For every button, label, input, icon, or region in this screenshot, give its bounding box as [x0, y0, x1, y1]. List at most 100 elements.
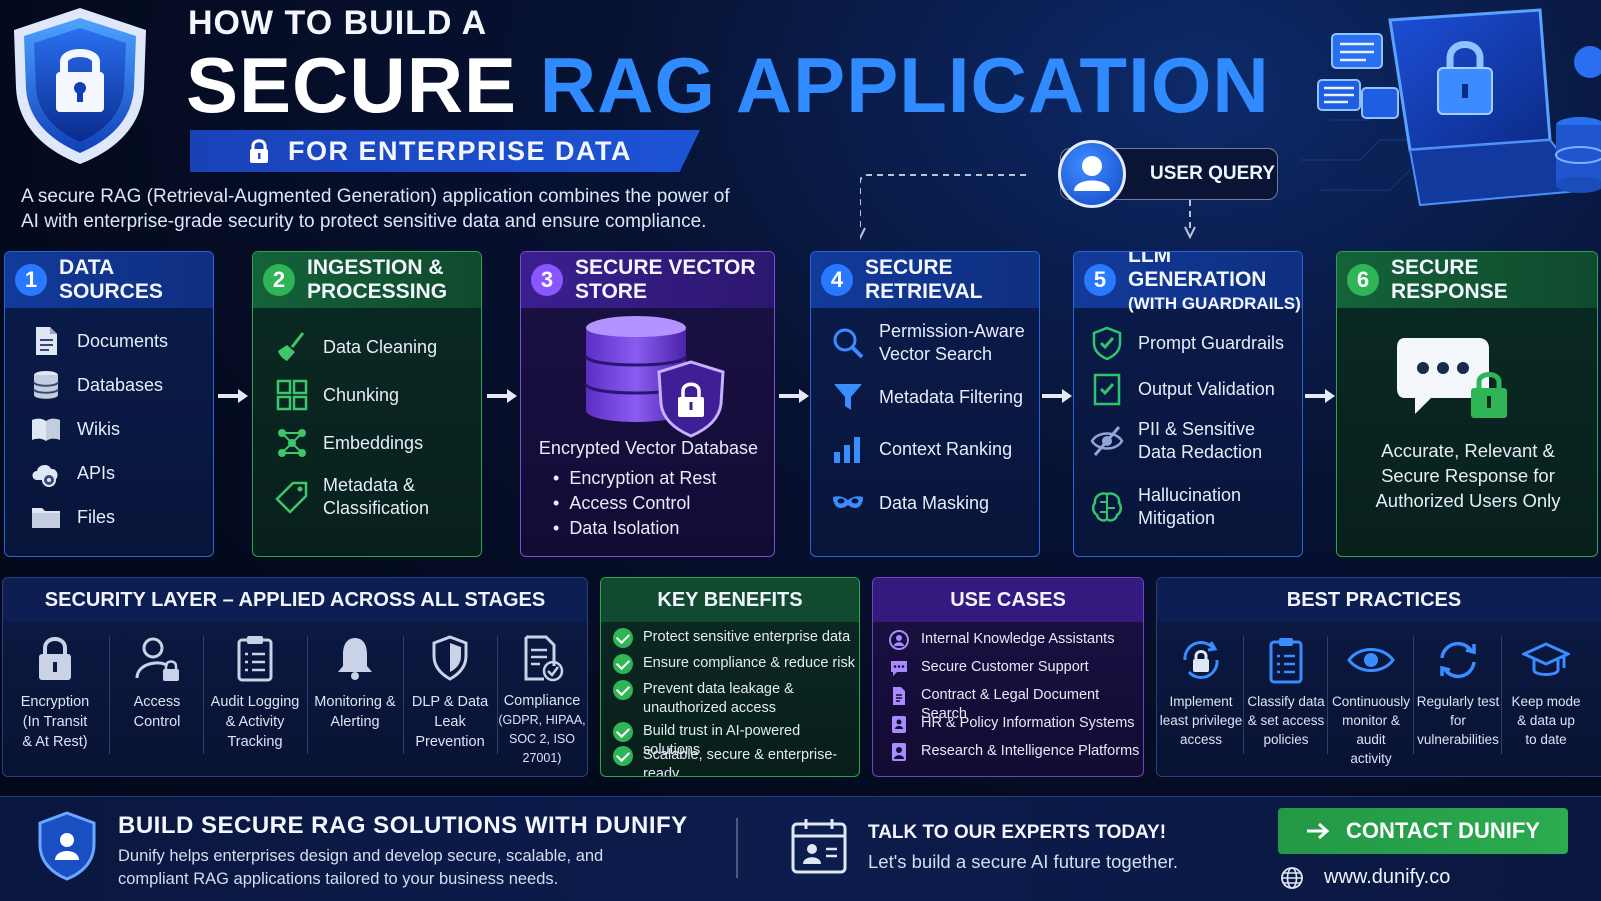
cta-title: TALK TO OUR EXPERTS TODAY!: [868, 822, 1167, 843]
title-word-secure: SECURE: [186, 41, 518, 129]
stage-card-llm-generation: 5 LLM GENERATION (WITH GUARDRAILS) Prompt…: [1073, 251, 1303, 557]
list-item: APIs: [29, 456, 115, 490]
list-item: Documents: [29, 324, 168, 358]
stage-number-badge: 6: [1347, 264, 1379, 296]
divider: [307, 636, 308, 754]
cta-subtitle: Let's build a secure AI future together.: [868, 851, 1179, 872]
intro-text: A secure RAG (Retrieval-Augmented Genera…: [21, 186, 730, 232]
list-item: Prompt Guardrails: [1090, 326, 1284, 360]
stage-header: 4 SECURE RETRIEVAL: [811, 252, 1039, 308]
refresh-icon: [1440, 641, 1476, 679]
panel-title: BEST PRACTICES: [1157, 578, 1601, 622]
cloud-gear-icon: [32, 465, 58, 487]
stage-card-secure-retrieval: 4 SECURE RETRIEVAL Permission-Aware Vecto…: [810, 251, 1040, 557]
main-title: SECURE RAG APPLICATION: [186, 40, 1270, 130]
best-practice-item: Implement least privilege access: [1159, 636, 1243, 749]
flow-arrow-icon: [218, 389, 248, 403]
shield-check-icon: [1092, 326, 1122, 360]
list-item: Files: [29, 500, 115, 534]
item-label: Metadata Filtering: [879, 386, 1024, 407]
user-icon: [1074, 156, 1110, 191]
calendar-user-icon: [791, 819, 847, 874]
panel-title: KEY BENEFITS: [601, 578, 859, 622]
item-label: Data Cleaning: [323, 336, 438, 357]
tag-icon: [275, 481, 308, 514]
shield-icon: [432, 635, 468, 681]
use-cases-panel: USE CASES Internal Knowledge Assistants …: [872, 577, 1144, 777]
flow-arrow-icon: [487, 389, 517, 403]
flow-arrow-icon: [1305, 389, 1335, 403]
stage-header: 6 SECURE RESPONSE: [1337, 252, 1597, 308]
grid-icon: [276, 379, 308, 411]
list-item: PII & Sensitive Data Redaction: [1090, 418, 1262, 464]
mask-icon: [833, 496, 863, 509]
lock-cycle-icon: [1183, 641, 1219, 679]
list-item: HR & Policy Information Systems: [889, 714, 1135, 734]
list-item: • Data Isolation: [553, 518, 680, 538]
item-label: Databases: [77, 374, 164, 395]
shield-lock-logo-icon: [14, 8, 146, 164]
footer-title: BUILD SECURE RAG SOLUTIONS WITH DUNIFY: [118, 812, 688, 839]
stage-header: 2 INGESTION & PROCESSING: [253, 252, 481, 308]
stage-title: SECURE RETRIEVAL: [865, 256, 983, 303]
list-item: Embeddings: [275, 426, 423, 460]
search-icon: [833, 328, 864, 359]
item-label: Documents: [77, 330, 169, 351]
user-avatar: [1058, 140, 1126, 208]
bar-chart-icon: [834, 437, 860, 463]
lock-icon: [250, 139, 268, 163]
divider: [1327, 636, 1328, 754]
clipboard-icon: [1269, 638, 1303, 684]
person-icon: [889, 630, 909, 650]
item-label: Permission-Aware Vector Search: [879, 321, 1025, 364]
list-item: Context Ranking: [831, 432, 1012, 466]
document-icon: [36, 327, 57, 355]
stage-title: DATA SOURCES: [59, 256, 163, 303]
item-label: Wikis: [77, 418, 120, 439]
secure-chat-icon: [1397, 338, 1507, 418]
best-practice-item: Keep mode & data up to date: [1503, 636, 1589, 749]
list-item: • Encryption at Rest: [553, 468, 717, 488]
list-item: Metadata & Classification: [275, 474, 429, 520]
item-label: APIs: [77, 462, 116, 483]
list-item: Permission-Aware Vector Search: [831, 320, 1025, 366]
best-practice-item: Classify data & set access policies: [1245, 636, 1327, 749]
clipboard-icon: [237, 636, 273, 682]
stage-number-badge: 4: [821, 264, 853, 296]
secure-response-text: Accurate, Relevant & Secure Response for…: [1375, 440, 1561, 511]
divider: [109, 636, 110, 754]
divider: [1243, 636, 1244, 754]
list-item: Metadata Filtering: [831, 380, 1023, 414]
item-label: Embeddings: [323, 432, 424, 453]
document-icon: [893, 687, 905, 705]
user-query-label: USER QUERY: [1150, 163, 1275, 184]
best-practice-item: Continuously monitor & audit activity: [1329, 636, 1413, 768]
stage-title: SECURE VECTOR STORE: [575, 256, 756, 303]
divider: [736, 818, 738, 878]
divider: [1501, 636, 1502, 754]
flow-arrow-icon: [779, 389, 809, 403]
stage-number-badge: 5: [1084, 264, 1116, 296]
panel-title: SECURITY LAYER – APPLIED ACROSS ALL STAG…: [3, 578, 587, 622]
network-icon: [278, 429, 306, 457]
checklist-icon: [1093, 373, 1121, 406]
stage-card-ingestion: 2 INGESTION & PROCESSING Data Cleaning Ch…: [252, 251, 482, 557]
vector-db-label: Encrypted Vector Database: [538, 438, 759, 458]
check-icon: [613, 722, 633, 742]
laptop-security-illustration-icon: [1300, 8, 1601, 207]
padlock-icon: [39, 637, 71, 680]
list-item: Chunking: [275, 378, 399, 412]
eye-icon: [1347, 648, 1395, 672]
stage-header: 3 SECURE VECTOR STORE: [521, 252, 774, 308]
title-word-rag-application: RAG APPLICATION: [539, 41, 1270, 129]
list-item: Protect sensitive enterprise data: [613, 628, 850, 648]
item-label: Hallucination Mitigation: [1138, 485, 1242, 528]
vector-store-bullets: • Encryption at Rest • Access Control • …: [553, 466, 716, 541]
title-line-1: HOW TO BUILD A: [188, 4, 488, 42]
website-link[interactable]: www.dunify.co: [1324, 866, 1450, 889]
key-benefits-panel: KEY BENEFITS Protect sensitive enterpris…: [600, 577, 860, 777]
divider: [203, 636, 204, 754]
item-label: Output Validation: [1138, 378, 1275, 399]
subtitle-text: FOR ENTERPRISE DATA: [288, 135, 633, 166]
contact-dunify-button[interactable]: CONTACT DUNIFY: [1278, 808, 1568, 854]
